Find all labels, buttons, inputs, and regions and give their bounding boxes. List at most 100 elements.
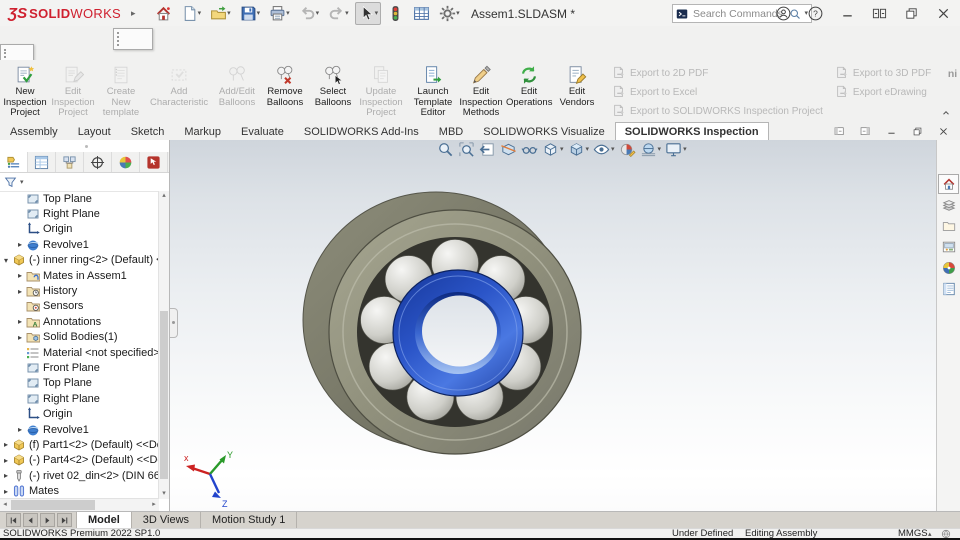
tree-item[interactable]: ▸ A Annotations xyxy=(0,314,159,329)
close-button[interactable] xyxy=(933,2,954,25)
print-button[interactable]: ▾ xyxy=(266,2,293,25)
expand-arrow-icon[interactable]: ▸ xyxy=(14,317,26,326)
restore-button[interactable] xyxy=(901,2,922,25)
undo-button[interactable]: ▾ xyxy=(296,2,323,25)
dropdown-caret-icon[interactable]: ▾ xyxy=(198,10,202,17)
scroll-right-icon[interactable]: ▸ xyxy=(149,499,159,511)
jump-to-start-button[interactable] xyxy=(6,513,21,527)
edit-operations-button[interactable]: Edit Operations xyxy=(505,62,553,110)
manager-tab-displaymanager[interactable] xyxy=(112,152,140,172)
tree-item[interactable]: ▸ (-) rivet 02_din<2> (DIN 660-2x3 xyxy=(0,468,159,483)
file-explorer-button[interactable] xyxy=(938,216,959,236)
panel-resize-handle[interactable] xyxy=(0,140,169,152)
view-orientation-button[interactable]: ▾ xyxy=(542,141,564,158)
tree-horizontal-scrollbar[interactable]: ◂ ▸ xyxy=(0,498,159,511)
expand-arrow-icon[interactable]: ▸ xyxy=(0,440,12,449)
new-inspection-project-button[interactable]: New Inspection Project xyxy=(1,62,49,121)
scroll-up-icon[interactable]: ▴ xyxy=(159,191,169,201)
tree-item[interactable]: ▸ Revolve1 xyxy=(0,422,159,437)
tree-item[interactable]: ▸ Solid Bodies(1) xyxy=(0,330,159,345)
tree-item[interactable]: Material <not specified> xyxy=(0,345,159,360)
view-palette-button[interactable] xyxy=(938,237,959,257)
tree-vertical-scrollbar[interactable]: ▴ ▾ xyxy=(158,191,169,499)
view-settings-button[interactable]: ▾ xyxy=(665,141,687,158)
expand-arrow-icon[interactable]: ▸ xyxy=(0,471,12,480)
new-document-button[interactable]: ▾ xyxy=(178,2,205,25)
tree-item[interactable]: ▸ Revolve1 xyxy=(0,237,159,252)
filter-caret-icon[interactable]: ▾ xyxy=(20,179,24,186)
remove-balloons-button[interactable]: Remove Balloons xyxy=(261,62,309,110)
step-forward-button[interactable] xyxy=(40,513,55,527)
dynamic-annotation-views-button[interactable] xyxy=(521,141,538,158)
launch-template-editor-button[interactable]: Launch Template Editor xyxy=(409,62,457,121)
scrollbar-thumb[interactable] xyxy=(11,500,95,510)
expand-arrow-icon[interactable]: ▸ xyxy=(14,287,26,296)
manager-tab-configurationmanager[interactable] xyxy=(56,152,84,172)
tree-item[interactable]: ▸ Mates in Assem1 xyxy=(0,268,159,283)
filter-funnel-icon[interactable] xyxy=(4,176,17,189)
dropdown-caret-icon[interactable]: ▾ xyxy=(227,10,231,17)
scrollbar-thumb[interactable] xyxy=(160,311,168,479)
tab-layout[interactable]: Layout xyxy=(68,123,121,140)
custom-properties-button[interactable] xyxy=(938,279,959,299)
tree-item[interactable]: ▸ Mates xyxy=(0,483,159,498)
edit-vendors-button[interactable]: Edit Vendors xyxy=(553,62,601,110)
tab-model[interactable]: Model xyxy=(76,512,132,528)
dropdown-caret-icon[interactable]: ▾ xyxy=(683,146,687,153)
tree-item[interactable]: Right Plane xyxy=(0,391,159,406)
tree-item[interactable]: Origin xyxy=(0,222,159,237)
expand-arrow-icon[interactable]: ▸ xyxy=(0,487,12,496)
rebuild-button[interactable] xyxy=(384,2,407,25)
redo-button[interactable]: ▾ xyxy=(325,2,352,25)
dropdown-caret-icon[interactable]: ▾ xyxy=(560,146,564,153)
toolbar-grip-icon[interactable] xyxy=(117,32,121,46)
collapse-ribbon-button[interactable] xyxy=(940,108,952,118)
tab-motion-study-1[interactable]: Motion Study 1 xyxy=(201,512,298,528)
dropdown-caret-icon[interactable]: ▾ xyxy=(257,10,261,17)
tree-item[interactable]: Sensors xyxy=(0,299,159,314)
select-cursor-button[interactable]: ▾ xyxy=(354,1,382,25)
save-button[interactable]: ▾ xyxy=(237,2,264,25)
tree-item[interactable]: ▾ (-) inner ring<2> (Default) <<Def xyxy=(0,253,159,268)
hide-show-items-button[interactable]: ▾ xyxy=(593,141,615,158)
tab-assembly[interactable]: Assembly xyxy=(0,123,68,140)
tree-item[interactable]: ▸ History xyxy=(0,283,159,298)
tab-solidworks-visualize[interactable]: SOLIDWORKS Visualize xyxy=(473,123,614,140)
manager-tab-inspection-tab[interactable] xyxy=(140,152,168,172)
select-balloons-button[interactable]: Select Balloons xyxy=(309,62,357,110)
zoom-to-area-button[interactable] xyxy=(458,141,475,158)
tree-item[interactable]: Front Plane xyxy=(0,360,159,375)
manager-tab-featuremanager[interactable] xyxy=(0,152,28,172)
tree-item[interactable]: Top Plane xyxy=(0,376,159,391)
step-back-button[interactable] xyxy=(23,513,38,527)
tab-markup[interactable]: Markup xyxy=(174,123,231,140)
user-account-button[interactable] xyxy=(773,2,794,25)
tree-item[interactable]: ▸ (-) Part4<2> (Default) <<Default xyxy=(0,453,159,468)
tab-mbd[interactable]: MBD xyxy=(429,123,473,140)
bearing-assembly-model[interactable] xyxy=(300,190,590,470)
dropdown-caret-icon[interactable]: ▾ xyxy=(658,146,662,153)
scroll-left-icon[interactable]: ◂ xyxy=(0,499,10,511)
tab-solidworks-add-ins[interactable]: SOLIDWORKS Add-Ins xyxy=(294,123,429,140)
edit-inspection-methods-button[interactable]: Edit Inspection Methods xyxy=(457,62,505,121)
previous-view-button[interactable] xyxy=(479,141,496,158)
apply-scene-button[interactable]: ▾ xyxy=(640,141,662,158)
tree-item[interactable]: Top Plane xyxy=(0,191,159,206)
dropdown-caret-icon[interactable]: ▾ xyxy=(345,10,349,17)
zoom-to-fit-button[interactable] xyxy=(437,141,454,158)
tree-item[interactable]: Right Plane xyxy=(0,206,159,221)
pane-toggle-button[interactable] xyxy=(869,2,890,25)
tab-solidworks-inspection[interactable]: SOLIDWORKS Inspection xyxy=(614,122,769,141)
expand-arrow-icon[interactable]: ▸ xyxy=(0,456,12,465)
edit-appearance-button[interactable] xyxy=(619,141,636,158)
home-button[interactable] xyxy=(152,2,175,25)
jump-to-end-button[interactable] xyxy=(57,513,72,527)
logo-expand-arrow-icon[interactable]: ▸ xyxy=(131,8,136,19)
solidworks-resources-button[interactable] xyxy=(938,174,959,194)
tree-item[interactable]: ▸ (f) Part1<2> (Default) <<Default xyxy=(0,437,159,452)
dropdown-caret-icon[interactable]: ▾ xyxy=(375,10,379,17)
tree-item[interactable]: Origin xyxy=(0,406,159,421)
dropdown-caret-icon[interactable]: ▾ xyxy=(586,146,590,153)
tab-evaluate[interactable]: Evaluate xyxy=(231,123,294,140)
scroll-down-icon[interactable]: ▾ xyxy=(159,489,169,499)
